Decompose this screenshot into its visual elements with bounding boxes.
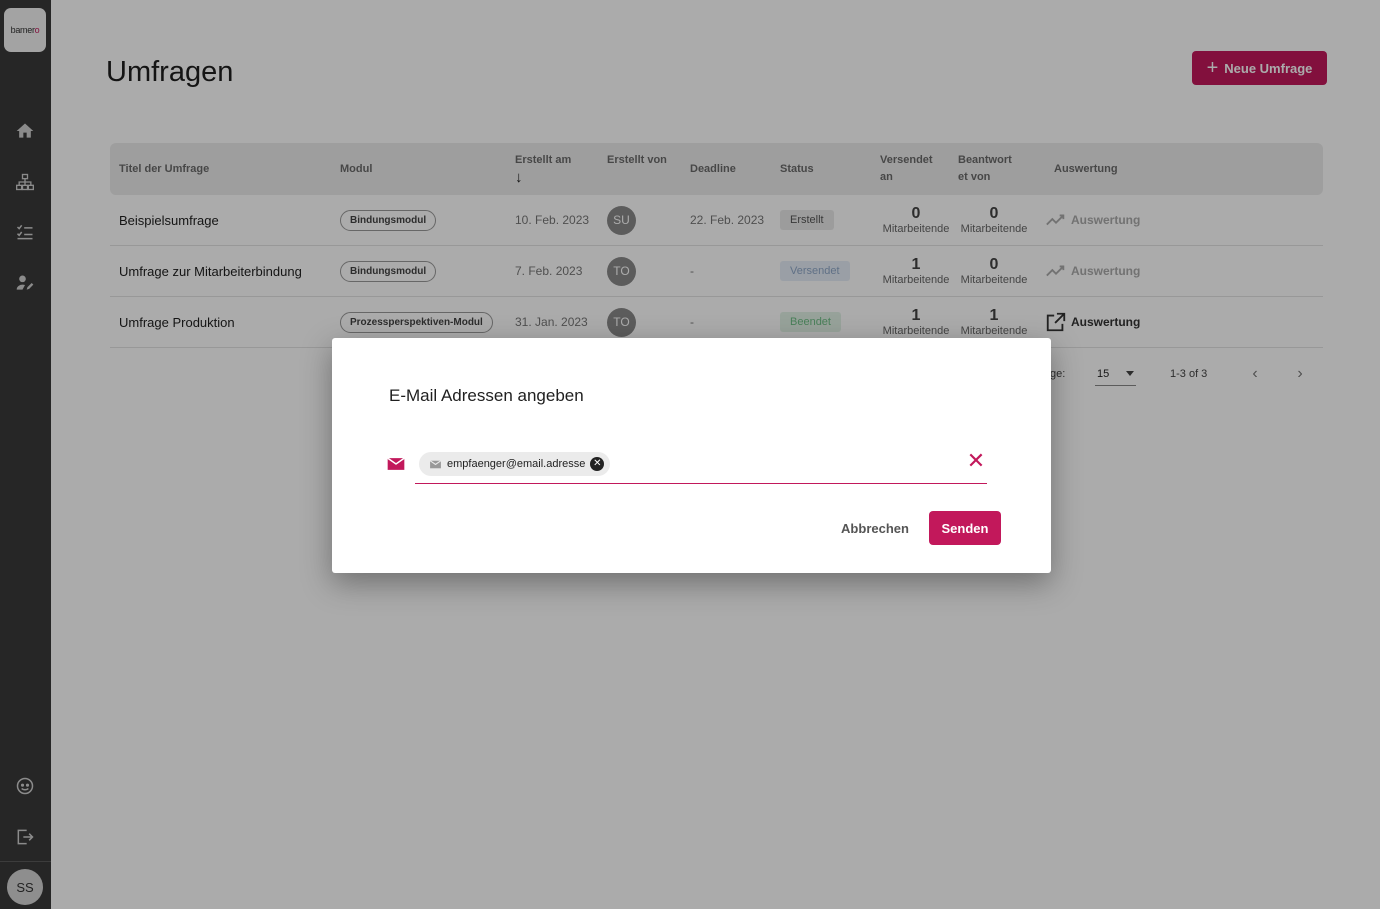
cancel-button[interactable]: Abbrechen bbox=[830, 511, 920, 545]
clear-icon[interactable]: ✕ bbox=[965, 448, 987, 473]
email-dialog: E-Mail Adressen angeben empfaenger@email… bbox=[332, 338, 1051, 573]
chip-mail-icon bbox=[429, 459, 442, 468]
email-input[interactable]: empfaenger@email.adresse ✕ ✕ bbox=[415, 448, 987, 484]
email-chip-label: empfaenger@email.adresse bbox=[447, 458, 586, 470]
modal-backdrop-sidebar bbox=[0, 0, 51, 909]
dialog-title: E-Mail Adressen angeben bbox=[389, 386, 584, 405]
send-button[interactable]: Senden bbox=[929, 511, 1001, 545]
remove-chip-icon[interactable]: ✕ bbox=[590, 457, 605, 471]
email-chip[interactable]: empfaenger@email.adresse ✕ bbox=[419, 452, 611, 476]
mail-icon bbox=[387, 457, 405, 470]
